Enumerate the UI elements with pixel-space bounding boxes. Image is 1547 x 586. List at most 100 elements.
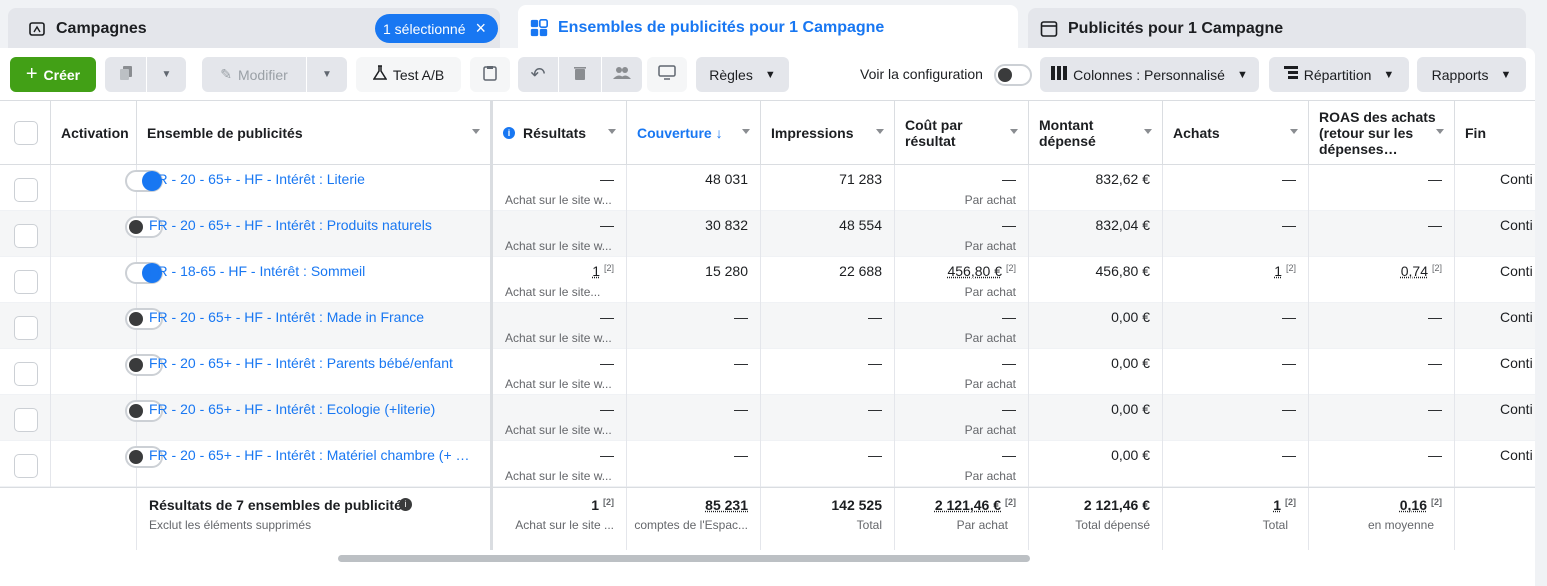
cpr-sub: Par achat (964, 423, 1016, 437)
results-cell: — Achat sur le site w... (493, 349, 627, 395)
undo-button[interactable]: ↶ (518, 57, 558, 92)
sort-arrow-icon (1144, 129, 1152, 134)
chevron-down-icon: ▼ (1383, 68, 1395, 81)
view-config-toggle[interactable] (994, 64, 1032, 86)
duplicate-button[interactable] (105, 57, 146, 92)
table-row[interactable]: FR - 20 - 65+ - HF - Intérêt : Matériel … (0, 441, 1535, 487)
ad-set-name-link[interactable]: FR - 20 - 65+ - HF - Intérêt : Made in F… (149, 309, 474, 325)
cpr-cell: — Par achat (895, 211, 1029, 257)
tab-ads[interactable]: Publicités pour 1 Campagne (1028, 8, 1526, 50)
header-ad-set[interactable]: Ensemble de publicités (137, 101, 491, 165)
spend-value: 456,80 € (1095, 263, 1151, 279)
purchases-cell: — (1163, 349, 1309, 395)
selection-pill[interactable]: 1 sélectionné × (375, 14, 498, 43)
activation-cell (51, 349, 163, 395)
cpr-value: — (1002, 447, 1016, 463)
header-amount-spent[interactable]: Montant dépensé (1029, 101, 1163, 165)
purchases-cell: — (1163, 441, 1309, 487)
spend-cell: 0,00 € (1029, 303, 1163, 349)
row-checkbox[interactable] (14, 316, 38, 340)
grid-icon (530, 18, 548, 37)
trash-icon (573, 65, 587, 84)
header-reach[interactable]: Couverture ↓ (627, 101, 761, 165)
totals-purchases: 1 [2] Total (1163, 488, 1309, 550)
footnote-marker: [2] (1431, 497, 1442, 507)
create-button[interactable]: + Créer (10, 57, 96, 92)
ad-set-name-link[interactable]: FR - 20 - 65+ - HF - Intérêt : Literie (149, 171, 474, 187)
sort-arrow-icon (1290, 129, 1298, 134)
totals-results: 1 [2] Achat sur le site ... (493, 488, 627, 550)
ab-test-button[interactable]: Test A/B (356, 57, 461, 92)
footnote-marker: [2] (1005, 497, 1016, 507)
close-icon[interactable]: × (476, 18, 487, 39)
totals-cpr-value[interactable]: 2 121,46 € (935, 497, 1001, 513)
reach-value: — (734, 355, 748, 371)
spend-cell: 832,62 € (1029, 165, 1163, 211)
reach-value: — (734, 447, 748, 463)
results-sub: Achat sur le site... (505, 285, 601, 299)
rules-label: Règles (709, 66, 753, 83)
ad-set-name-link[interactable]: FR - 20 - 65+ - HF - Intérêt : Parents b… (149, 355, 474, 371)
totals-purchases-value[interactable]: 1 (1273, 497, 1281, 513)
preview-button[interactable] (647, 57, 687, 92)
tab-ad-sets[interactable]: Ensembles de publicités pour 1 Campagne (518, 5, 1018, 50)
ad-set-name-link[interactable]: FR - 18-65 - HF - Intérêt : Sommeil (149, 263, 474, 279)
activation-cell (51, 395, 163, 441)
reports-button[interactable]: Rapports ▼ (1417, 57, 1526, 92)
row-checkbox[interactable] (14, 178, 38, 202)
activation-cell (51, 303, 163, 349)
header-end[interactable]: Fin (1455, 101, 1535, 165)
spend-value: 832,62 € (1095, 171, 1151, 187)
modify-dropdown-button[interactable]: ▼ (307, 57, 347, 92)
totals-impressions: 142 525 Total (761, 488, 895, 550)
duplicate-dropdown-button[interactable]: ▼ (147, 57, 186, 92)
row-checkbox[interactable] (14, 408, 38, 432)
impressions-value: 48 554 (839, 217, 882, 233)
rules-button[interactable]: Règles ▼ (696, 57, 789, 92)
header-roas[interactable]: ROAS des achats (retour sur les dépenses… (1309, 101, 1455, 165)
horizontal-scrollbar[interactable] (338, 555, 1030, 562)
totals-row: Résultats de 7 ensembles de publicités i… (0, 487, 1535, 550)
row-checkbox[interactable] (14, 224, 38, 248)
table-row[interactable]: FR - 20 - 65+ - HF - Intérêt : Ecologie … (0, 395, 1535, 441)
columns-button[interactable]: Colonnes : Personnalisé ▼ (1040, 57, 1259, 92)
table-row[interactable]: FR - 18-65 - HF - Intérêt : Sommeil 1 [2] A… (0, 257, 1535, 303)
preview-icon (658, 65, 676, 84)
table-row[interactable]: FR - 20 - 65+ - HF - Intérêt : Produits … (0, 211, 1535, 257)
impressions-value: 22 688 (839, 263, 882, 279)
breakdown-button[interactable]: Répartition ▼ (1269, 57, 1409, 92)
totals-roas-value[interactable]: 0,16 (1400, 497, 1427, 513)
info-icon[interactable]: i (399, 498, 412, 511)
results-sub: Achat sur le site w... (505, 469, 612, 483)
row-checkbox[interactable] (14, 362, 38, 386)
chevron-down-icon: ▼ (764, 68, 776, 81)
reach-cell: — (627, 349, 761, 395)
reach-cell: — (627, 303, 761, 349)
table-row[interactable]: FR - 20 - 65+ - HF - Intérêt : Parents b… (0, 349, 1535, 395)
table-row[interactable]: FR - 20 - 65+ - HF - Intérêt : Made in F… (0, 303, 1535, 349)
header-results[interactable]: i Résultats (493, 101, 627, 165)
chevron-down-icon: ▼ (1236, 68, 1248, 81)
modify-button[interactable]: ✎ Modifier (202, 57, 306, 92)
table-row[interactable]: FR - 20 - 65+ - HF - Intérêt : Literie — A… (0, 165, 1535, 211)
impressions-value: — (868, 401, 882, 417)
totals-reach-value[interactable]: 85 231 (705, 497, 748, 513)
ad-set-name-link[interactable]: FR - 20 - 65+ - HF - Intérêt : Matériel … (149, 447, 474, 463)
header-activation[interactable]: Activation (51, 101, 137, 165)
cpr-sub: Par achat (964, 193, 1016, 207)
audience-button[interactable] (602, 57, 642, 92)
header-impressions[interactable]: Impressions (761, 101, 895, 165)
reach-cell: — (627, 395, 761, 441)
spend-cell: 0,00 € (1029, 349, 1163, 395)
end-value: Conti (1500, 309, 1533, 325)
ad-set-name-link[interactable]: FR - 20 - 65+ - HF - Intérêt : Ecologie … (149, 401, 474, 417)
header-purchases[interactable]: Achats (1163, 101, 1309, 165)
row-checkbox[interactable] (14, 270, 38, 294)
select-all-checkbox[interactable] (14, 121, 38, 145)
clipboard-button[interactable] (470, 57, 510, 92)
purchases-cell: — (1163, 165, 1309, 211)
ad-set-name-link[interactable]: FR - 20 - 65+ - HF - Intérêt : Produits … (149, 217, 474, 233)
delete-button[interactable] (559, 57, 601, 92)
row-checkbox[interactable] (14, 454, 38, 478)
header-cost-per-result[interactable]: Coût par résultat (895, 101, 1029, 165)
